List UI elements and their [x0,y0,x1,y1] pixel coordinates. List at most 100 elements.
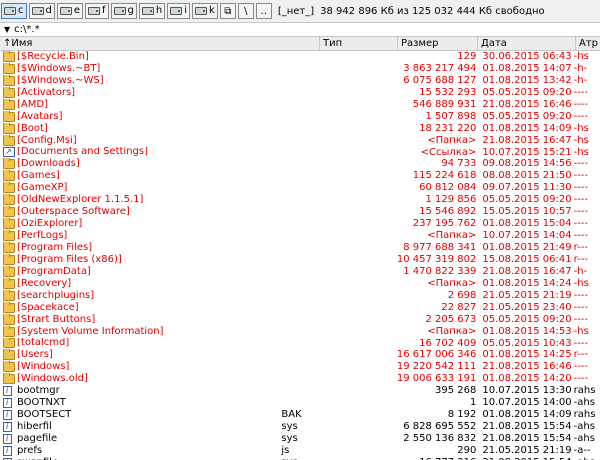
column-name-header[interactable]: ↑Имя [0,37,320,50]
name-text: BOOTSECT [17,409,72,421]
type-cell: sys [281,421,298,433]
size-cell: 3 863 217 494 [403,62,477,74]
size-cell: 115 224 618 [412,170,477,182]
folder-row[interactable]: [Documents and Settings] <Ссылка> 10.07.20… [0,147,600,158]
folder-row[interactable]: [Strart Buttons] 2 205 673 05.05.2015 09:2… [0,313,600,326]
size-cell: 15 532 293 [419,86,477,98]
attr-cell: ---- [573,182,589,194]
folder-row[interactable]: [$Recycle.Bin] 129 30.06.2015 06:43 -hs [0,51,600,63]
folder-row[interactable]: [Boot] 18 231 220 01.08.2015 14:09 -hs [0,122,600,135]
parent-dir-button[interactable]: .. [255,3,272,19]
root-dir-button[interactable]: \ [237,3,254,19]
drive-button-i[interactable]: i [167,3,191,19]
path-history-arrow-icon[interactable]: ▼ [4,25,10,34]
folder-row[interactable]: [searchplugins] 2 698 21.05.2015 21:19 ---- [0,289,600,302]
size-cell: 60 812 084 [419,182,477,194]
file-row[interactable]: pagefile sys 2 550 136 832 21.08.2015 15:54… [0,433,600,445]
type-cell [281,278,350,290]
folder-row[interactable]: [AMD] 546 889 931 21.08.2015 16:46 ---- [0,98,600,111]
attr-cell: -h- [573,74,588,86]
folder-row[interactable]: [OziExplorer] 237 195 762 01.08.2015 15:04… [0,218,600,230]
drive-button-c[interactable]: c [1,3,27,19]
file-row[interactable]: hiberfil sys 6 828 695 552 21.08.2015 15:54… [0,421,600,433]
file-row[interactable]: BOOTSECT BAK 8 192 01.08.2015 14:09rahs [0,409,600,421]
folder-row[interactable]: [OldNewExplorer 1.1.5.1] 1 129 856 05.05.2… [0,194,600,206]
file-row[interactable]: BOOTNXT 1 10.07.2015 14:00-ahs [0,397,600,409]
type-cell [281,254,350,266]
drive-letter: k [209,5,215,16]
folder-row[interactable]: [totalcmd] 16 702 409 05.05.2015 10:43 ---- [0,337,600,350]
folder-row[interactable]: [Downloads] 94 733 09.08.2015 14:56 ---- [0,158,600,170]
name-text: [Outerspace Software] [17,206,130,218]
size-cell: 16 702 409 [419,337,477,349]
folder-row[interactable]: [Games] 115 224 618 08.08.2015 21:50 ---- [0,170,600,182]
name-cell: [Documents and Settings] [0,147,281,158]
name-text: [$Windows.~BT] [17,62,101,74]
attr-cell: ---- [573,230,589,242]
folder-row[interactable]: [Activators] 15 532 293 05.05.2015 09:20 --… [0,86,600,99]
folder-row[interactable]: [Windows.old] 19 006 633 191 01.08.2015 14… [0,373,600,385]
attr-cell: ---- [573,170,589,182]
type-cell [281,373,350,385]
network-drive-icon[interactable]: ⧉ [219,3,236,19]
folder-row[interactable]: [Avatars] 1 507 898 05.05.2015 09:20 ---- [0,110,600,123]
column-type-header[interactable]: Тип [320,37,398,50]
name-cell: [System Volume Information] [0,325,281,338]
name-text: [Recovery] [17,277,72,289]
drive-button-h[interactable]: h [138,3,166,19]
name-cell: [Activators] [0,86,281,99]
free-space-label: 38 942 896 Кб из 125 032 444 Кб свободно [320,5,545,17]
folder-row[interactable]: [Program Files (x86)] 10 457 319 802 15.08… [0,253,600,266]
folder-row[interactable]: [PerfLogs] <Папка> 10.07.2015 14:04 ---- [0,230,600,242]
size-cell: 16 617 006 346 [396,349,477,361]
column-size-header[interactable]: Размер [398,37,478,50]
file-icon [3,421,12,433]
attr-cell: -ahs [573,421,595,433]
drive-button-k[interactable]: k [192,3,218,19]
folder-row[interactable]: [Outerspace Software] 15 546 892 15.05.201… [0,206,600,218]
column-attr-header[interactable]: Атр [576,37,600,50]
folder-row[interactable]: [Windows] 19 220 542 111 21.08.2015 16:46-… [0,361,600,373]
file-list[interactable]: [$Recycle.Bin] 129 30.06.2015 06:43 -hs [$Wi… [0,51,600,460]
size-cell: 1 470 822 339 [403,265,477,277]
file-row[interactable]: prefs js 290 21.05.2015 21:19-a-- [0,445,600,457]
size-cell: 237 195 762 [412,218,477,230]
folder-row[interactable]: [Users] 16 617 006 346 01.08.2015 14:25 r--… [0,349,600,361]
name-text: [Program Files] [17,242,93,253]
date-cell: 01.08.2015 14:53 [482,325,572,337]
folder-icon [3,230,15,242]
drive-button-f[interactable]: f [85,3,109,19]
size-cell: 8 192 [447,409,477,421]
folder-icon [3,182,15,194]
attr-cell: ---- [573,110,589,122]
size-cell: 2 550 136 832 [403,433,477,444]
folder-row[interactable]: [System Volume Information] <Папка> 01.08.… [0,325,600,338]
attr-cell: ---- [573,98,589,110]
folder-row[interactable]: [$Windows.~WS] 6 075 688 127 01.08.2015 13… [0,74,600,87]
folder-row[interactable]: [Spacekace] 22 827 21.05.2015 23:40 ---- [0,301,600,314]
folder-row[interactable]: [Config.Msi] <Папка> 21.08.2015 16:47 -hs [0,134,600,147]
attr-cell: -h- [573,62,588,74]
attr-cell: -hs [573,122,589,134]
folder-icon [3,242,15,253]
folder-row[interactable]: [$Windows.~BT] 3 863 217 494 01.08.2015 14… [0,62,600,75]
folder-row[interactable]: [ProgramData] 1 470 822 339 21.08.2015 16:… [0,265,600,278]
attr-cell: ---- [573,361,589,373]
folder-row[interactable]: [Program Files] 8 977 688 341 01.08.2015 2… [0,242,600,254]
drive-button-d[interactable]: d [28,3,55,19]
column-date-header[interactable]: Дата [478,37,576,50]
drive-letter: d [45,5,52,16]
folder-row[interactable]: [Recovery] <Папка> 01.08.2015 14:24 -hs [0,277,600,290]
current-path: c:\*.* [14,24,40,35]
folder-row[interactable]: [GameXP] 60 812 084 09.07.2015 11:30 ---- [0,182,600,194]
size-cell: <Папка> [427,230,477,242]
date-cell: 05.05.2015 09:20 [482,194,572,206]
drive-button-e[interactable]: e [56,3,84,19]
file-row[interactable]: bootmgr 395 268 10.07.2015 13:30rahs [0,385,600,397]
date-cell: 01.08.2015 14:25 [482,349,572,361]
drive-button-g[interactable]: g [110,3,137,19]
name-text: [Downloads] [17,158,80,170]
attr-cell: r--- [573,253,588,265]
name-cell: bootmgr [0,385,281,397]
name-text: [OziExplorer] [17,218,83,230]
